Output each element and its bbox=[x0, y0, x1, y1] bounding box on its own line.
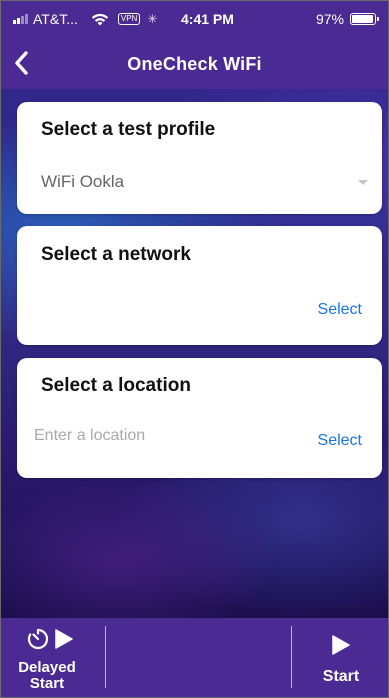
delayed-start-label: Delayed Start bbox=[14, 660, 80, 692]
delayed-start-icons bbox=[25, 626, 74, 652]
test-profile-dropdown[interactable]: WiFi Ookla bbox=[17, 160, 382, 204]
start-button[interactable]: Start bbox=[292, 618, 388, 697]
test-profile-card: Select a test profile WiFi Ookla bbox=[17, 102, 382, 214]
test-profile-title: Select a test profile bbox=[41, 119, 216, 140]
delayed-start-label-line2: Start bbox=[29, 675, 65, 692]
play-icon bbox=[55, 629, 73, 649]
toolbar-divider bbox=[105, 626, 106, 688]
status-left: AT&T... VPN ✳ bbox=[13, 11, 157, 27]
location-input[interactable] bbox=[34, 422, 284, 450]
select-network-button[interactable]: Select bbox=[318, 301, 362, 319]
battery-percent: 97% bbox=[315, 11, 344, 27]
bottom-toolbar: Delayed Start Start bbox=[1, 618, 388, 697]
play-icon bbox=[332, 635, 350, 655]
status-time: 4:41 PM bbox=[181, 11, 234, 27]
location-card: Select a location Select bbox=[17, 358, 382, 478]
app-screen: AT&T... VPN ✳ 4:41 PM 97% OneCheck WiFi … bbox=[0, 0, 389, 698]
vpn-badge: VPN bbox=[117, 13, 141, 25]
status-right: 97% bbox=[315, 11, 379, 27]
status-bar: AT&T... VPN ✳ 4:41 PM 97% bbox=[1, 1, 388, 37]
battery-icon bbox=[350, 13, 379, 25]
network-title: Select a network bbox=[41, 244, 191, 265]
wifi-icon bbox=[91, 13, 109, 25]
start-label: Start bbox=[322, 668, 360, 685]
signal-icon bbox=[13, 14, 28, 24]
delayed-start-label-line1: Delayed bbox=[18, 659, 76, 676]
select-location-button[interactable]: Select bbox=[318, 432, 362, 450]
page-title: OneCheck WiFi bbox=[127, 54, 262, 74]
activity-icon: ✳ bbox=[147, 12, 158, 26]
delayed-start-button[interactable]: Delayed Start bbox=[1, 618, 105, 697]
timer-icon bbox=[27, 628, 49, 650]
carrier-label: AT&T... bbox=[33, 11, 78, 27]
nav-bar: OneCheck WiFi bbox=[1, 37, 388, 89]
caret-down-icon bbox=[358, 180, 368, 185]
network-card: Select a network Select bbox=[17, 226, 382, 345]
location-title: Select a location bbox=[41, 375, 191, 396]
test-profile-value: WiFi Ookla bbox=[41, 172, 125, 191]
